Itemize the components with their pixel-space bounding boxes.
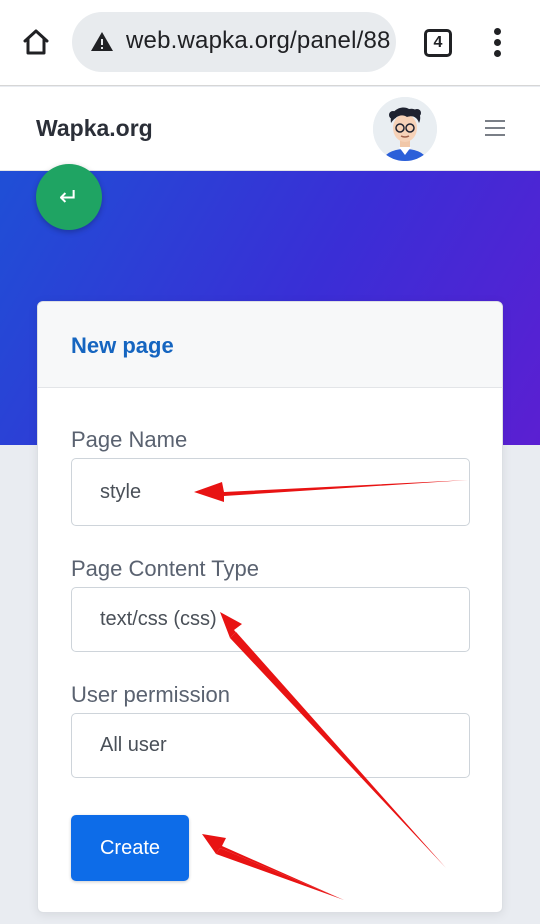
user-permission-value: All user bbox=[100, 734, 167, 756]
hamburger-menu-icon[interactable] bbox=[485, 120, 505, 136]
address-bar[interactable]: web.wapka.org/panel/88 bbox=[72, 12, 396, 72]
warning-icon bbox=[91, 32, 113, 51]
create-button[interactable]: Create bbox=[71, 815, 189, 881]
page-content-type-select[interactable]: text/css (css) bbox=[71, 587, 470, 652]
avatar-icon bbox=[373, 97, 437, 161]
user-permission-select[interactable]: All user bbox=[71, 713, 470, 778]
site-brand[interactable]: Wapka.org bbox=[36, 115, 153, 142]
page-content-type-label: Page Content Type bbox=[71, 556, 259, 581]
card-title: New page bbox=[71, 333, 174, 358]
new-page-card: New page Page Name style Page Content Ty… bbox=[37, 301, 503, 913]
user-avatar[interactable] bbox=[373, 97, 437, 161]
page-content-type-value: text/css (css) bbox=[100, 608, 217, 630]
page-name-label: Page Name bbox=[71, 427, 188, 452]
page-name-input[interactable]: style bbox=[71, 458, 470, 526]
user-permission-label: User permission bbox=[71, 682, 230, 707]
home-button[interactable] bbox=[16, 22, 56, 62]
tab-switcher-button[interactable]: 4 bbox=[424, 29, 452, 57]
more-vert-icon[interactable] bbox=[486, 26, 510, 60]
home-icon bbox=[23, 29, 49, 55]
page-name-value: style bbox=[100, 480, 142, 503]
return-icon: ↵ bbox=[58, 183, 80, 211]
site-header: Wapka.org bbox=[0, 87, 540, 171]
browser-toolbar: web.wapka.org/panel/88 4 bbox=[0, 0, 540, 86]
back-button[interactable]: ↵ bbox=[36, 164, 102, 230]
url-text[interactable]: web.wapka.org/panel/88 bbox=[126, 27, 391, 55]
